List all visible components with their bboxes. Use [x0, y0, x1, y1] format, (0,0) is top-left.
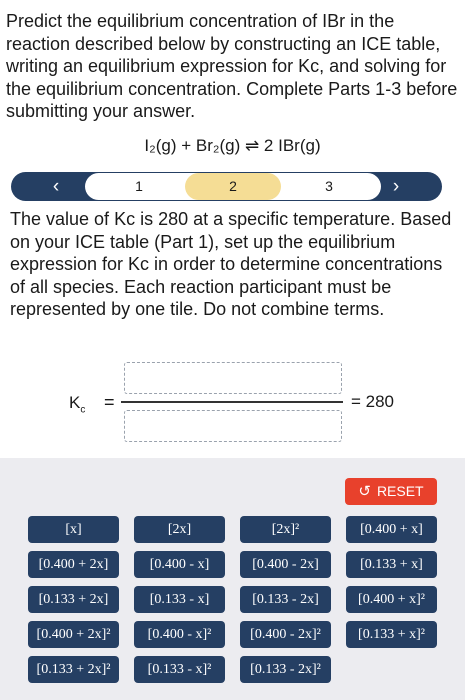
- reaction-equation: I₂(g) + Br₂(g) ⇌ 2 IBr(g): [144, 136, 321, 155]
- numerator-drop-zone[interactable]: [124, 362, 342, 394]
- tile-0133-minus-2x[interactable]: [0.133 - 2x]: [240, 586, 331, 613]
- reset-icon: ↺: [358, 483, 371, 500]
- kc-label: Kc: [69, 393, 85, 415]
- reset-button[interactable]: ↺ RESET: [345, 478, 437, 505]
- tile-0133-plus-2x[interactable]: [0.133 + 2x]: [28, 586, 119, 613]
- kc-subscript: c: [80, 404, 86, 416]
- tile-0133-plus-x[interactable]: [0.133 + x]: [346, 551, 437, 578]
- tile-0133-minus-x[interactable]: [0.133 - x]: [134, 586, 225, 613]
- kc-main: K: [69, 393, 81, 412]
- tile-0400-minus-2x-squared[interactable]: [0.400 - 2x]²: [240, 621, 331, 648]
- tile-0400-minus-2x[interactable]: [0.400 - 2x]: [240, 551, 331, 578]
- tile-0133-plus-2x-squared[interactable]: [0.133 + 2x]²: [28, 656, 119, 683]
- part-stepper: ‹ 1 2 3 ›: [11, 172, 442, 201]
- tile-2x-squared[interactable]: [2x]²: [240, 516, 331, 543]
- next-part-button[interactable]: ›: [381, 172, 411, 201]
- tile-x[interactable]: [x]: [28, 516, 119, 543]
- tile-2x[interactable]: [2x]: [134, 516, 225, 543]
- tile-0133-minus-x-squared[interactable]: [0.133 - x]²: [134, 656, 225, 683]
- tile-0400-minus-x-squared[interactable]: [0.400 - x]²: [134, 621, 225, 648]
- step-2[interactable]: 2: [185, 173, 281, 200]
- fraction-bar: [121, 401, 343, 403]
- reset-label: RESET: [376, 483, 424, 499]
- equals-sign: =: [104, 392, 115, 412]
- tile-0400-plus-2x[interactable]: [0.400 + 2x]: [28, 551, 119, 578]
- step-3[interactable]: 3: [281, 173, 377, 200]
- tile-0400-plus-2x-squared[interactable]: [0.400 + 2x]²: [28, 621, 119, 648]
- step-track: 1 2 3: [85, 173, 381, 200]
- step-1[interactable]: 1: [89, 173, 189, 200]
- tile-0400-plus-x[interactable]: [0.400 + x]: [346, 516, 437, 543]
- problem-intro: Predict the equilibrium concentration of…: [6, 11, 458, 121]
- tile-0133-minus-2x-squared[interactable]: [0.133 - 2x]²: [240, 656, 331, 683]
- question-text: The value of Kc is 280 at a specific tem…: [10, 209, 452, 319]
- kc-value: = 280: [351, 392, 395, 411]
- denominator-drop-zone[interactable]: [124, 410, 342, 442]
- tile-0400-plus-x-squared[interactable]: [0.400 + x]²: [346, 586, 437, 613]
- previous-part-button[interactable]: ‹: [41, 172, 71, 201]
- tile-0133-plus-x-squared[interactable]: [0.133 + x]²: [346, 621, 437, 648]
- tile-0400-minus-x[interactable]: [0.400 - x]: [134, 551, 225, 578]
